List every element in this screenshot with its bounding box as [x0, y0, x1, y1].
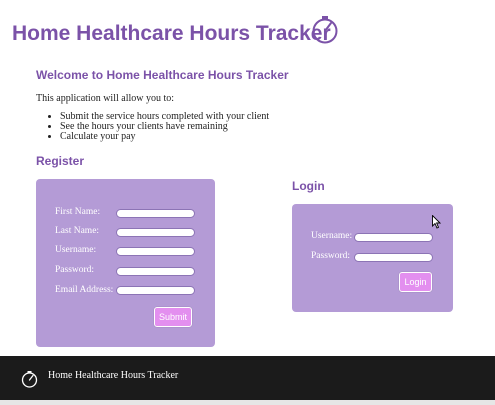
first-name-field[interactable] — [116, 209, 195, 218]
login-form: Username: Password: Login — [292, 204, 453, 312]
login-username-label: Username: — [311, 231, 353, 241]
register-heading: Register — [36, 154, 85, 168]
first-name-label: First Name: — [55, 207, 101, 217]
footer: Home Healthcare Hours Tracker — [0, 356, 495, 400]
gauge-icon — [21, 371, 38, 388]
register-form: First Name: Last Name: Username: Passwor… — [36, 179, 215, 347]
login-password-label: Password: — [311, 251, 351, 261]
footer-title: Home Healthcare Hours Tracker — [48, 370, 179, 381]
list-item: Calculate your pay — [60, 132, 269, 142]
username-field[interactable] — [116, 247, 195, 256]
last-name-label: Last Name: — [55, 226, 100, 236]
email-label: Email Address: — [55, 285, 114, 295]
login-button[interactable]: Login — [399, 272, 432, 292]
login-heading: Login — [292, 179, 325, 193]
intro-text: This application will allow you to: — [36, 93, 175, 104]
cursor-icon — [432, 215, 441, 229]
username-label: Username: — [55, 245, 97, 255]
welcome-heading: Welcome to Home Healthcare Hours Tracker — [36, 68, 289, 82]
email-field[interactable] — [116, 286, 195, 295]
bottom-strip — [0, 400, 495, 405]
password-label: Password: — [55, 265, 95, 275]
last-name-field[interactable] — [116, 228, 195, 237]
gauge-icon — [312, 16, 338, 44]
login-password-field[interactable] — [354, 253, 433, 262]
password-field[interactable] — [116, 267, 195, 276]
page-title: Home Healthcare Hours Tracker — [12, 22, 331, 45]
feature-list: Submit the service hours completed with … — [48, 112, 269, 142]
submit-button[interactable]: Submit — [154, 307, 192, 327]
login-username-field[interactable] — [354, 233, 433, 242]
